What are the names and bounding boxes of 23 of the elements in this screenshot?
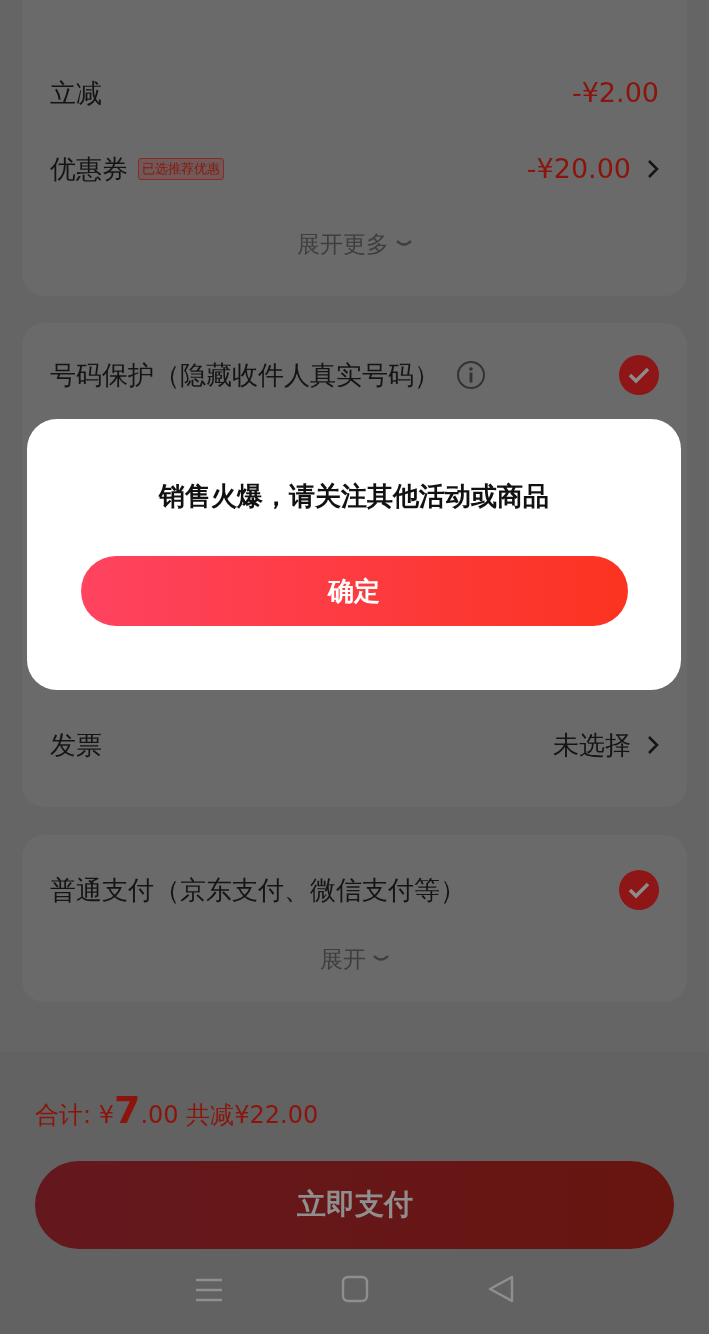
row-label: 优惠券 [50,152,128,186]
discount-amount: -¥20.00 [526,151,631,186]
row-label: 发票 [50,728,102,762]
order-total: 合计: ¥7.00 共减¥22.00 [35,1087,319,1134]
discount-amount: -¥2.00 [571,75,659,110]
chevron-right-icon [647,159,659,179]
check-icon [627,366,651,384]
check-icon [627,881,651,899]
chevron-down-icon [394,239,413,249]
pay-button[interactable]: 立即支付 [35,1161,674,1250]
invoice-value[interactable]: 未选择 [553,725,631,765]
row-label: 普通支付（京东支付、微信支付等） [50,873,466,907]
row-label: 立减 [50,76,102,110]
promo-tag: 已选推荐优惠 [138,158,224,180]
checkbox[interactable] [619,355,659,395]
chevron-right-icon [647,735,659,755]
home-icon[interactable] [341,1275,370,1304]
confirm-button[interactable]: 确定 [80,556,628,626]
info-icon[interactable] [456,360,486,390]
row-label: 号码保护（隐藏收件人真实号码） [50,358,440,392]
back-icon[interactable] [487,1275,516,1304]
dialog-message: 销售火爆，请关注其他活动或商品 [157,480,550,513]
checkbox[interactable] [619,870,659,910]
